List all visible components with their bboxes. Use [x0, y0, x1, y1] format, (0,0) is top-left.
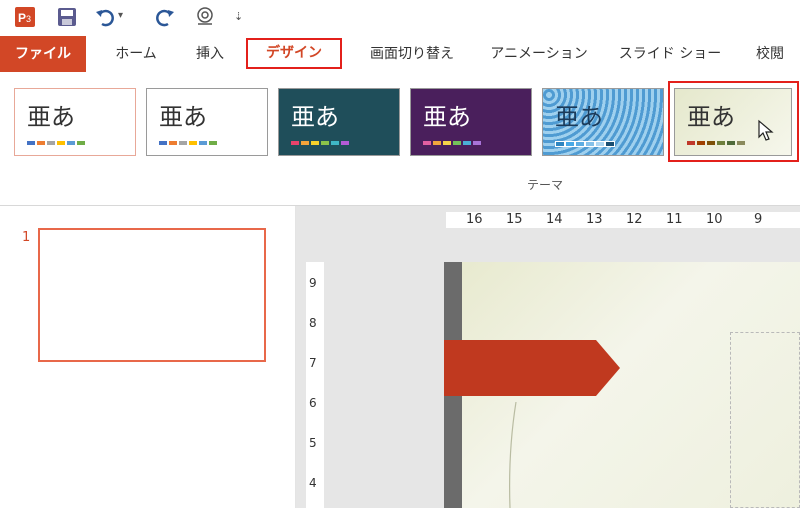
design-ribbon: 亜あ 亜あ 亜あ 亜あ 亜あ 亜あ テーマ: [0, 72, 800, 206]
save-icon[interactable]: [56, 6, 78, 28]
customize-qat-icon[interactable]: ⇣: [234, 10, 243, 23]
theme-3-label: 亜あ: [291, 103, 339, 131]
theme-3-colors: [291, 141, 349, 145]
ruler-tick: 9: [309, 276, 317, 290]
theme-4-label: 亜あ: [423, 103, 471, 131]
title-banner-shape: [444, 340, 620, 396]
decorative-line: [509, 402, 517, 508]
themes-group-label: テーマ: [526, 178, 563, 192]
ruler-tick: 16: [466, 212, 483, 227]
tab-animations[interactable]: アニメーション: [480, 36, 598, 72]
theme-2-label: 亜あ: [159, 103, 207, 131]
svg-text:P: P: [18, 11, 26, 25]
theme-2-colors: [159, 141, 217, 145]
theme-4-colors: [423, 141, 481, 145]
theme-thumb-4[interactable]: 亜あ: [410, 88, 532, 156]
svg-text:3: 3: [26, 14, 31, 24]
ruler-tick: 7: [309, 356, 317, 370]
quick-access-toolbar: P 3 ▾ ⇣: [0, 0, 800, 36]
touch-mode-icon[interactable]: [192, 6, 218, 28]
theme-5-label: 亜あ: [555, 103, 603, 131]
ruler-tick: 8: [309, 316, 317, 330]
horizontal-ruler: 16 15 14 13 12 11 10 9: [446, 212, 800, 228]
ruler-tick: 12: [626, 212, 643, 227]
undo-icon[interactable]: [94, 6, 116, 28]
theme-thumb-5[interactable]: 亜あ: [542, 88, 664, 156]
ruler-tick: 9: [754, 212, 763, 227]
theme-thumb-2[interactable]: 亜あ: [146, 88, 268, 156]
undo-dropdown-icon[interactable]: ▾: [118, 10, 123, 21]
tab-transitions[interactable]: 画面切り替え: [354, 36, 470, 72]
theme-thumb-3[interactable]: 亜あ: [278, 88, 400, 156]
tab-slideshow[interactable]: スライド ショー: [606, 36, 734, 72]
slide-number: 1: [22, 230, 31, 245]
ruler-tick: 5: [309, 436, 317, 450]
slide-thumbnail[interactable]: [38, 228, 266, 362]
ruler-tick: 11: [666, 212, 683, 227]
ruler-tick: 10: [706, 212, 723, 227]
slide-editing-area: 16 15 14 13 12 11 10 9 9 8 7 6 5 4: [296, 206, 800, 508]
theme-1-colors: [27, 141, 85, 145]
ruler-tick: 13: [586, 212, 603, 227]
ruler-tick: 6: [309, 396, 317, 410]
tab-insert[interactable]: 挿入: [180, 36, 240, 72]
ruler-tick: 4: [309, 476, 317, 490]
tab-design[interactable]: デザイン: [246, 38, 342, 69]
theme-1-label: 亜あ: [27, 103, 75, 131]
ruler-tick: 15: [506, 212, 523, 227]
theme-thumb-1[interactable]: 亜あ: [14, 88, 136, 156]
tab-file[interactable]: ファイル: [0, 36, 86, 72]
powerpoint-icon[interactable]: P 3: [14, 6, 36, 28]
ruler-tick: 14: [546, 212, 563, 227]
vertical-ruler: 9 8 7 6 5 4: [306, 262, 324, 508]
slide-canvas[interactable]: [444, 262, 800, 508]
theme-selection-highlight: [668, 81, 799, 162]
ribbon-tabs: ファイル ホーム 挿入 デザイン 画面切り替え アニメーション スライド ショー…: [0, 36, 800, 72]
redo-icon[interactable]: [154, 6, 176, 28]
tab-home[interactable]: ホーム: [100, 36, 172, 72]
tab-review[interactable]: 校閲: [744, 36, 796, 72]
theme-5-colors: [555, 141, 615, 147]
slides-pane: 1: [0, 206, 296, 508]
placeholder-box[interactable]: [730, 332, 800, 508]
